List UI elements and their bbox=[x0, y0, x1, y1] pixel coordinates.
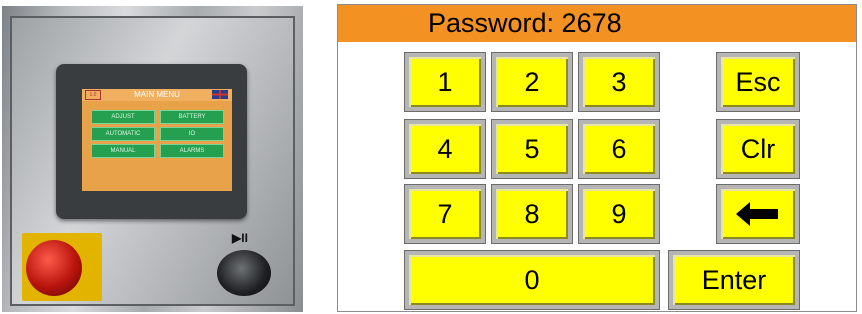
enter-key[interactable]: Enter bbox=[668, 250, 800, 310]
control-panel-photo: 1.0 MAIN MENU ADJUST BATTERY AUTOMATIC I… bbox=[2, 6, 303, 312]
main-menu-title: MAIN MENU bbox=[134, 90, 180, 99]
password-display: Password: 2678 bbox=[428, 8, 622, 38]
emergency-stop-button bbox=[26, 240, 82, 296]
key-9[interactable]: 9 bbox=[578, 184, 660, 244]
menu-button-io: IO bbox=[160, 127, 224, 141]
key-3[interactable]: 3 bbox=[578, 52, 660, 112]
clear-key[interactable]: Clr bbox=[716, 119, 800, 179]
key-5[interactable]: 5 bbox=[491, 119, 573, 179]
language-flag-icon bbox=[212, 90, 228, 99]
password-bar: Password: 2678 bbox=[338, 5, 856, 42]
esc-key[interactable]: Esc bbox=[716, 52, 800, 112]
key-4[interactable]: 4 bbox=[404, 119, 486, 179]
key-6[interactable]: 6 bbox=[578, 119, 660, 179]
selector-knob bbox=[217, 250, 271, 296]
key-1[interactable]: 1 bbox=[404, 52, 486, 112]
play-pause-symbol: ▶II bbox=[232, 231, 248, 245]
menu-button-alarms: ALARMS bbox=[160, 144, 224, 158]
password-keypad: Password: 2678 1 2 3 Esc 4 5 6 Clr 7 8 9… bbox=[337, 4, 857, 312]
key-8[interactable]: 8 bbox=[491, 184, 573, 244]
menu-button-manual: MANUAL bbox=[91, 144, 155, 158]
menu-button-automatic: AUTOMATIC bbox=[91, 127, 155, 141]
left-arrow-icon bbox=[736, 202, 778, 226]
backspace-key[interactable] bbox=[716, 184, 800, 244]
key-0[interactable]: 0 bbox=[404, 250, 660, 310]
menu-button-adjust: ADJUST bbox=[91, 110, 155, 124]
key-7[interactable]: 7 bbox=[404, 184, 486, 244]
menu-button-battery: BATTERY bbox=[160, 110, 224, 124]
key-2[interactable]: 2 bbox=[491, 52, 573, 112]
hmi-screen: 1.0 MAIN MENU ADJUST BATTERY AUTOMATIC I… bbox=[82, 89, 232, 191]
